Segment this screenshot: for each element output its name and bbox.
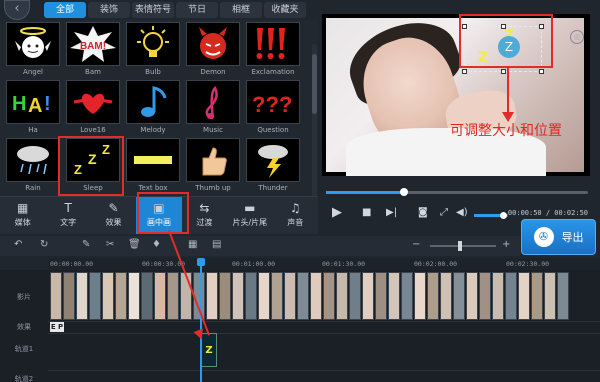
angel-icon <box>6 22 60 66</box>
svg-text:H: H <box>12 93 26 115</box>
svg-text:???: ??? <box>252 92 292 117</box>
split-icon[interactable]: ▦ <box>188 239 197 250</box>
library-item-thunder[interactable]: Thunder <box>244 138 304 196</box>
library-item-ha[interactable]: H A! Ha <box>4 80 64 138</box>
svg-text:A: A <box>28 95 42 117</box>
thumb-up-icon <box>186 138 240 182</box>
timeline-ruler[interactable]: 00:00:00.00 00:00:30.00 00:01:00.00 00:0… <box>48 258 600 270</box>
tool-audio[interactable]: ♫ 声音 <box>273 197 318 234</box>
tool-intro-outro[interactable]: ▬ 片头/片尾 <box>227 197 272 234</box>
library-item-music[interactable]: Music <box>184 80 244 138</box>
tab-holiday[interactable]: 节日 <box>176 2 218 18</box>
seek-bar[interactable] <box>326 188 588 196</box>
library-item-melody[interactable]: Melody <box>124 80 184 138</box>
effect-marker[interactable]: E P <box>50 322 64 332</box>
library-item-demon[interactable]: Demon <box>184 22 244 80</box>
transition-icon: ⇆ <box>199 201 210 215</box>
thunder-icon <box>246 138 300 182</box>
library-item-thumb-up[interactable]: Thumb up <box>184 138 244 196</box>
zoom-slider[interactable] <box>430 241 496 251</box>
zoom-in-icon[interactable]: + <box>502 239 510 250</box>
headphones-icon: ♫ <box>289 201 301 215</box>
redo-icon[interactable]: ↻ <box>40 239 48 250</box>
textbox-icon <box>126 138 180 182</box>
svg-text:!: ! <box>44 93 51 115</box>
bam-icon: BAM! <box>66 22 120 66</box>
svg-text:BAM!: BAM! <box>80 41 106 52</box>
library-scrollbar[interactable] <box>312 44 317 214</box>
stop-icon[interactable]: ■ <box>362 207 371 218</box>
demon-icon <box>186 22 240 66</box>
library-item-bam[interactable]: BAM! Bam <box>64 22 124 80</box>
zoom-out-icon[interactable]: − <box>412 239 420 250</box>
tab-emoji[interactable]: 表情符号 <box>132 2 174 18</box>
annotation-box-preview <box>459 14 553 68</box>
annotation-box-pip <box>137 192 189 234</box>
melody-icon <box>126 80 180 124</box>
play-icon[interactable]: ▶ <box>332 205 342 220</box>
rain-icon <box>6 138 60 182</box>
snapshot-icon[interactable]: ◎ <box>570 30 584 44</box>
film-reel-icon: ✇ <box>533 227 554 247</box>
library-item-rain[interactable]: Rain <box>4 138 64 196</box>
annotation-text: 可调整大小和位置 <box>450 123 562 139</box>
tab-frame[interactable]: 相框 <box>220 2 262 18</box>
cut-icon[interactable]: ✂ <box>106 239 114 250</box>
volume-icon[interactable]: ◀) <box>456 207 468 218</box>
library-item-question[interactable]: ??? Question <box>244 80 304 138</box>
exclamation-icon <box>246 22 300 66</box>
category-tabs: 全部 装饰 表情符号 节日 相框 收藏夹 <box>44 2 306 18</box>
library-item-love16[interactable]: Love16 <box>64 80 124 138</box>
volume-slider[interactable] <box>474 212 508 219</box>
track-label-effects: 效果 <box>17 323 31 331</box>
record-icon[interactable]: ♦ <box>152 239 161 250</box>
crop-icon[interactable]: ▤ <box>212 239 221 250</box>
ha-icon: H A! <box>6 80 60 124</box>
tool-effects[interactable]: ✎ 效果 <box>91 197 136 234</box>
back-icon[interactable]: ‹ <box>4 0 30 20</box>
delete-icon[interactable]: 🗑 <box>128 239 141 250</box>
timeline-toolbar: ↶ ↻ ✎ ✂ 🗑 ♦ ▦ ▤ − + <box>0 236 520 256</box>
effects-library: Angel BAM! Bam Bulb Demon Exclamation H … <box>0 20 318 214</box>
export-button[interactable]: ✇ 导出 <box>521 219 596 255</box>
edit-icon[interactable]: ✎ <box>82 239 90 250</box>
tab-decoration[interactable]: 装饰 <box>88 2 130 18</box>
tab-favorites[interactable]: 收藏夹 <box>264 2 306 18</box>
music-icon <box>186 80 240 124</box>
library-item-exclamation[interactable]: Exclamation <box>244 22 304 80</box>
video-track-clips[interactable] <box>50 272 596 320</box>
track-label-track2: 轨道2 <box>14 375 34 382</box>
tool-media[interactable]: ▦ 媒体 <box>0 197 45 234</box>
camera-icon[interactable]: ◙ <box>418 207 428 218</box>
effects-wand-icon: ✎ <box>108 201 119 215</box>
fullscreen-icon[interactable]: ⤢ <box>440 207 448 218</box>
video-editor-window: ‹ 全部 装饰 表情符号 节日 相框 收藏夹 Angel BAM! Bam Bu… <box>0 0 600 382</box>
library-item-angel[interactable]: Angel <box>4 22 64 80</box>
media-icon: ▦ <box>17 201 29 215</box>
bulb-icon <box>126 22 180 66</box>
love-icon <box>66 80 120 124</box>
text-icon: T <box>64 201 72 215</box>
clapper-icon: ▬ <box>244 201 256 215</box>
time-display: 00:00:50 / 00:02:50 <box>507 209 588 217</box>
annotation-box-sleep <box>58 136 124 196</box>
track-label-track1: 轨道1 <box>14 345 34 353</box>
library-item-bulb[interactable]: Bulb <box>124 22 184 80</box>
question-icon: ??? <box>246 80 300 124</box>
tab-all[interactable]: 全部 <box>44 2 86 18</box>
track-label-video: 影片 <box>17 293 31 301</box>
library-item-textbox[interactable]: Text box <box>124 138 184 196</box>
undo-icon[interactable]: ↶ <box>14 239 22 250</box>
tool-text[interactable]: T 文字 <box>45 197 90 234</box>
next-frame-icon[interactable]: ▶| <box>386 207 397 218</box>
